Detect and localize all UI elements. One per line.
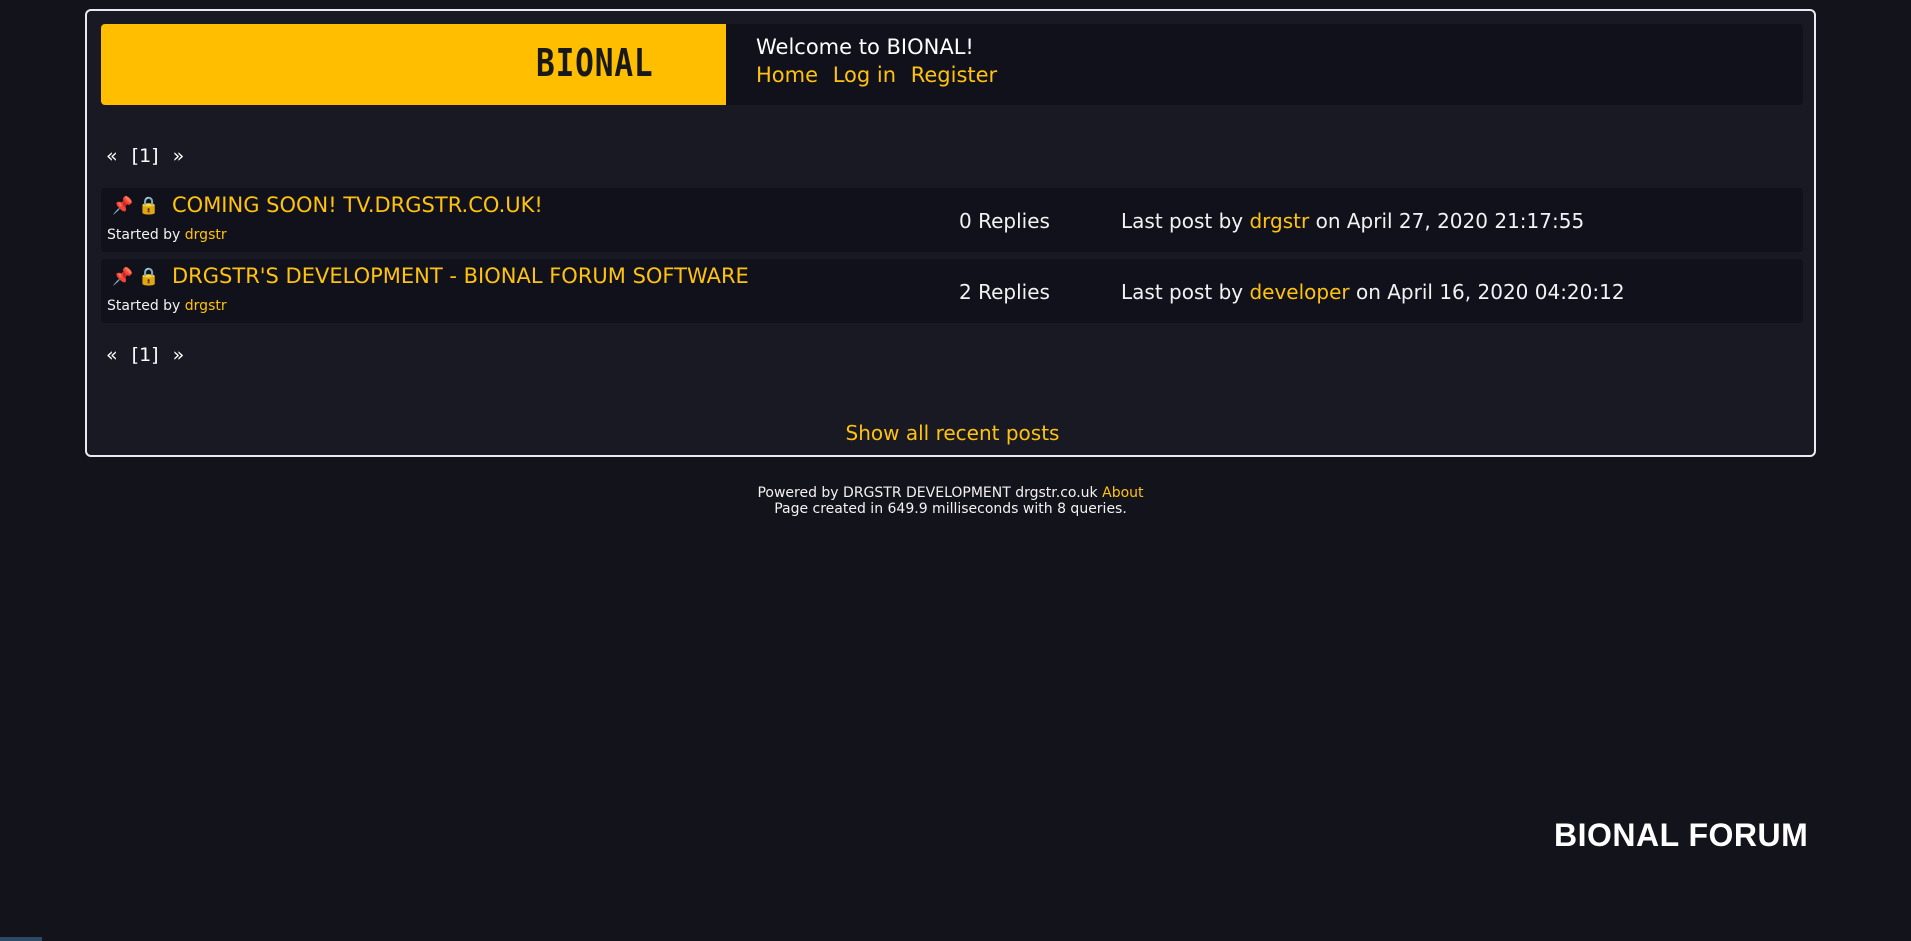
topic-title-link[interactable]: COMING SOON! TV.DRGSTR.CO.UK! xyxy=(172,193,543,217)
recent-posts-container: Show all recent posts xyxy=(87,421,1818,445)
topic-row: 📌 🔒 DRGSTR'S DEVELOPMENT - BIONAL FORUM S… xyxy=(101,259,1803,323)
nav-login-link[interactable]: Log in xyxy=(833,63,896,87)
about-link[interactable]: About xyxy=(1102,485,1143,501)
reply-count: 0 Replies xyxy=(959,209,1050,233)
brand-watermark: BIONAL FORUM xyxy=(1554,817,1809,853)
last-post-date: on April 16, 2020 04:20:12 xyxy=(1355,280,1625,304)
logo-banner[interactable]: BIONAL xyxy=(101,24,726,105)
topic-starter: Started by drgstr xyxy=(107,227,227,243)
page-current-link[interactable]: [1] xyxy=(132,145,159,167)
last-post-info: Last post by drgstr on April 27, 2020 21… xyxy=(1121,209,1584,233)
last-post-label: Last post by xyxy=(1121,280,1244,304)
main-nav: Home Log in Register xyxy=(756,63,1005,87)
started-by-label: Started by xyxy=(107,227,181,243)
lock-icon: 🔒 xyxy=(138,267,160,287)
last-post-user-link[interactable]: developer xyxy=(1249,280,1349,304)
last-post-info: Last post by developer on April 16, 2020… xyxy=(1121,280,1625,304)
page-current-link[interactable]: [1] xyxy=(132,344,159,366)
last-post-date: on April 27, 2020 21:17:55 xyxy=(1315,209,1585,233)
topic-author-link[interactable]: drgstr xyxy=(185,227,227,243)
welcome-message: Welcome to BIONAL! xyxy=(756,35,974,59)
forum-header: BIONAL Welcome to BIONAL! Home Log in Re… xyxy=(101,24,1803,105)
page-prev-link[interactable]: « xyxy=(106,344,118,366)
forum-board-panel: BIONAL Welcome to BIONAL! Home Log in Re… xyxy=(85,9,1816,457)
nav-home-link[interactable]: Home xyxy=(756,63,818,87)
started-by-label: Started by xyxy=(107,298,181,314)
nav-register-link[interactable]: Register xyxy=(911,63,997,87)
pin-icon: 📌 xyxy=(112,196,134,216)
site-logo: BIONAL xyxy=(536,41,654,85)
last-post-user-link[interactable]: drgstr xyxy=(1249,209,1309,233)
topic-status-icons: 📌 🔒 xyxy=(112,267,159,287)
last-post-label: Last post by xyxy=(1121,209,1244,233)
footer-powered-line: Powered by DRGSTR DEVELOPMENT drgstr.co.… xyxy=(85,485,1816,501)
reply-count: 2 Replies xyxy=(959,280,1050,304)
pagination-top: « [1] » xyxy=(106,145,192,167)
page-created-text: Page created in 649.9 milliseconds with … xyxy=(774,501,1127,517)
page-prev-link[interactable]: « xyxy=(106,145,118,167)
topic-author-link[interactable]: drgstr xyxy=(185,298,227,314)
topic-status-icons: 📌 🔒 xyxy=(112,196,159,216)
topic-title-link[interactable]: DRGSTR'S DEVELOPMENT - BIONAL FORUM SOFT… xyxy=(172,264,749,288)
topic-row: 📌 🔒 COMING SOON! TV.DRGSTR.CO.UK! Started… xyxy=(101,188,1803,252)
page-next-link[interactable]: » xyxy=(173,344,185,366)
lock-icon: 🔒 xyxy=(138,196,160,216)
topic-starter: Started by drgstr xyxy=(107,298,227,314)
powered-by-text: Powered by DRGSTR DEVELOPMENT drgstr.co.… xyxy=(757,485,1098,501)
pin-icon: 📌 xyxy=(112,267,134,287)
corner-indicator xyxy=(0,937,42,941)
page-footer: Powered by DRGSTR DEVELOPMENT drgstr.co.… xyxy=(85,485,1816,517)
show-recent-posts-link[interactable]: Show all recent posts xyxy=(846,421,1060,445)
pagination-bottom: « [1] » xyxy=(106,344,192,366)
page-next-link[interactable]: » xyxy=(173,145,185,167)
